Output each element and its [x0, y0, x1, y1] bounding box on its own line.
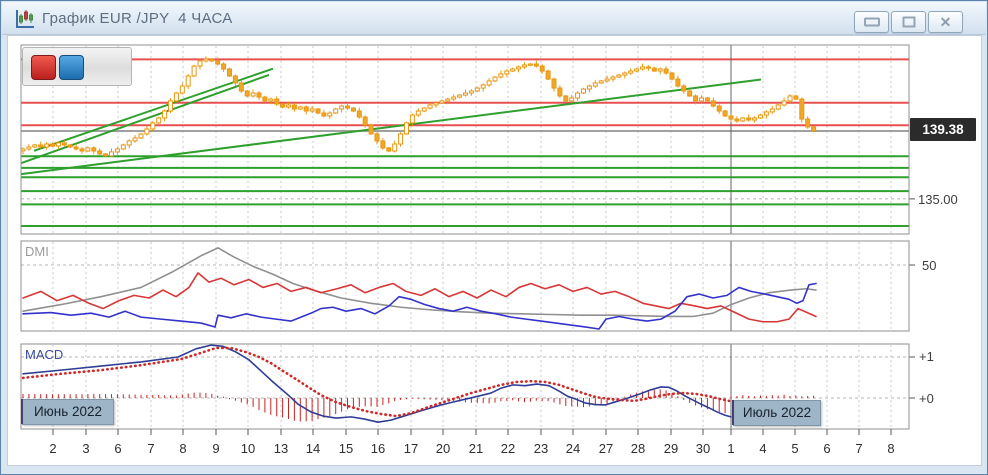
date-tick-label: 16 [371, 441, 385, 456]
window-title: График EUR /JPY 4 ЧАСА [42, 10, 233, 27]
dmi-tick-50: 50 [922, 258, 936, 273]
price-tick-135: 135.00 [918, 192, 958, 207]
macd-panel-label: MACD [25, 347, 63, 362]
date-tick-label: 21 [469, 441, 483, 456]
macd-tick-zero: +0 [919, 391, 934, 406]
date-tick-label: 6 [823, 441, 830, 456]
dmi-panel-label: DMI [25, 244, 49, 259]
date-tick-label: 7 [855, 441, 862, 456]
date-tick-label: 17 [404, 441, 418, 456]
date-tick-label: 23 [534, 441, 548, 456]
date-tick-label: 9 [212, 441, 219, 456]
chart-canvas[interactable]: 2367891013141516172021222324272829301456… [1, 35, 987, 474]
chart-window: График EUR /JPY 4 ЧАСА ✕ 236789101314151… [0, 0, 988, 475]
date-tick-label: 14 [306, 441, 320, 456]
title-bar[interactable]: График EUR /JPY 4 ЧАСА ✕ [2, 2, 986, 35]
date-tick-label: 6 [114, 441, 121, 456]
date-tick-label: 10 [241, 441, 255, 456]
red-series-swatch[interactable] [31, 55, 56, 80]
month-badge-june: Июнь 2022 [22, 399, 114, 425]
macd-tick-plus1: +1 [919, 349, 934, 364]
date-tick-label: 2 [49, 441, 56, 456]
date-tick-label: 22 [501, 441, 515, 456]
date-tick-label: 30 [696, 441, 710, 456]
date-tick-label: 27 [599, 441, 613, 456]
month-separator-edge [21, 399, 23, 424]
date-tick-label: 29 [664, 441, 678, 456]
date-tick-label: 4 [759, 441, 766, 456]
date-tick-label: 28 [631, 441, 645, 456]
month-badge-july: Июль 2022 [733, 400, 821, 426]
candlestick-chart-icon [14, 8, 36, 30]
close-button[interactable]: ✕ [928, 11, 963, 33]
date-tick-label: 13 [274, 441, 288, 456]
legend-toolbar [22, 47, 132, 86]
restore-button[interactable] [891, 11, 926, 33]
month-separator-edge [732, 400, 734, 425]
date-tick-label: 7 [147, 441, 154, 456]
date-tick-label: 20 [436, 441, 450, 456]
date-tick-label: 1 [727, 441, 734, 456]
date-tick-label: 5 [791, 441, 798, 456]
minimize-button[interactable] [854, 11, 889, 33]
date-tick-label: 15 [339, 441, 353, 456]
current-price-badge: 139.38 [910, 118, 976, 141]
date-tick-label: 3 [82, 441, 89, 456]
date-tick-label: 8 [179, 441, 186, 456]
blue-series-swatch[interactable] [59, 55, 84, 80]
date-tick-label: 8 [887, 441, 894, 456]
date-tick-label: 24 [566, 441, 580, 456]
